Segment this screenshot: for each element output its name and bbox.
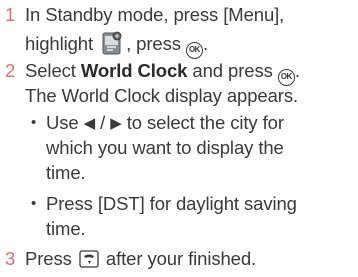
step-1-line-1: In Standby mode, press [Menu],: [25, 4, 285, 25]
bullet-1-line-1: Use ◀ / ▶ to select the city for: [46, 112, 284, 135]
left-arrow-icon: ◀: [83, 115, 96, 132]
bullet-2-line-2: time.: [46, 218, 86, 239]
step-2-period: .: [294, 60, 300, 81]
step-3-text-press: Press: [25, 248, 72, 269]
step-3-text-after: after your finished.: [105, 248, 257, 269]
step-number-2: 2: [5, 60, 16, 81]
step-2-text-select: Select: [25, 60, 76, 81]
step-2-text-press: and press: [192, 60, 273, 81]
world-clock-label: World Clock: [80, 60, 188, 81]
bullet-2-line-1: Press [DST] for daylight saving: [46, 193, 297, 214]
bullet-1-line-2: which you want to display the: [46, 137, 284, 158]
bullet-1-separator: /: [100, 112, 106, 133]
bullet-dot: •: [31, 195, 37, 212]
step-1-text-press: , press: [126, 33, 181, 54]
ok-key-icon: OK: [277, 69, 295, 86]
settings-menu-icon: [100, 30, 124, 56]
ok-key-icon: OK: [185, 42, 203, 59]
instruction-document: 1 In Standby mode, press [Menu], highlig…: [0, 0, 358, 277]
step-1-period: .: [202, 33, 208, 54]
step-1-line-2: highlight , press OK.: [25, 30, 208, 59]
step-1-text-highlight: highlight: [25, 33, 94, 54]
right-arrow-icon: ▶: [110, 115, 122, 132]
bullet-dot: •: [31, 114, 37, 131]
step-3-line-1: Press after your finished.: [25, 248, 256, 270]
step-2-line-1: Select World Clock and press OK.: [25, 60, 300, 86]
bullet-1-text-use: Use: [46, 112, 79, 133]
step-number-3: 3: [5, 248, 16, 269]
end-key-icon: [79, 250, 99, 268]
step-number-1: 1: [5, 4, 16, 25]
bullet-1-line-3: time.: [46, 162, 86, 183]
step-2-line-2: The World Clock display appears.: [25, 85, 299, 106]
bullet-1-text-select: to select the city for: [126, 112, 284, 133]
